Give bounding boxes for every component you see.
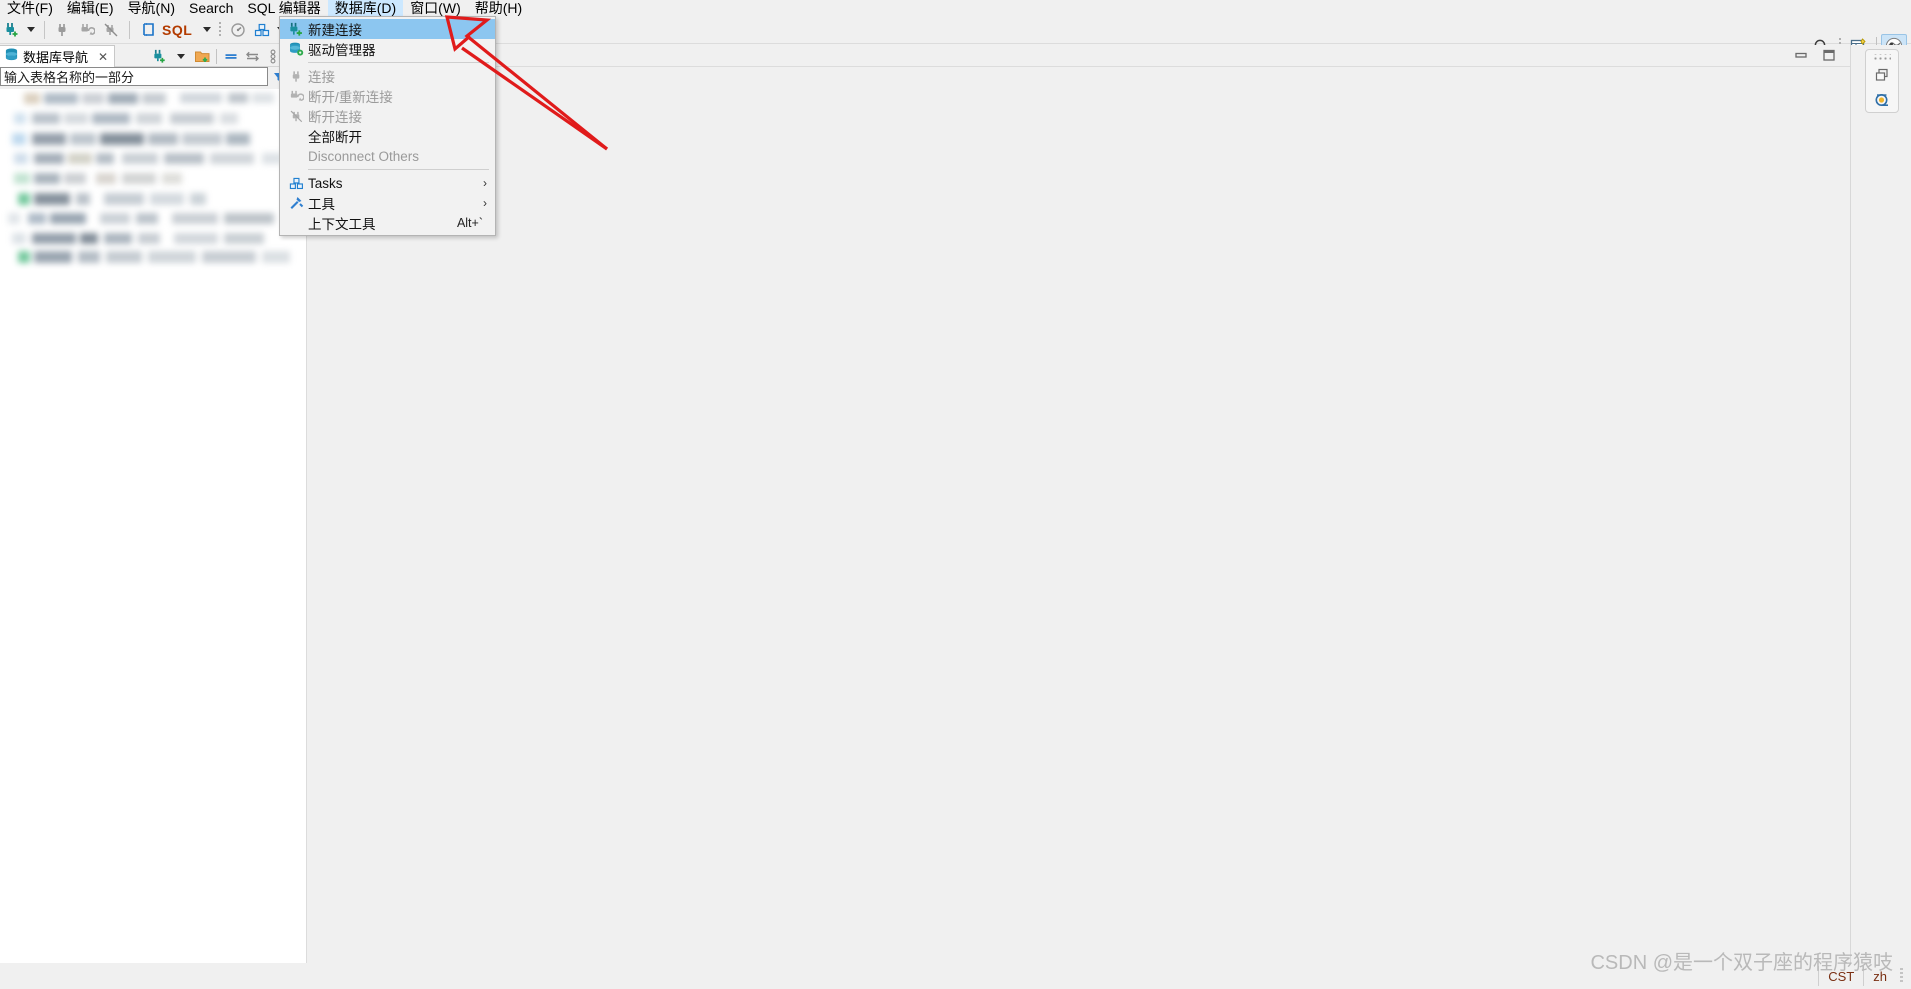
- menu-item-disconnect-others: Disconnect Others: [280, 146, 495, 166]
- tab-database-navigator[interactable]: 数据库导航 ✕: [0, 45, 116, 67]
- menu-item-no-icon: [284, 213, 308, 233]
- tree-filter-input[interactable]: 输入表格名称的一部分: [0, 67, 268, 86]
- database-navigator-icon[interactable]: [1870, 90, 1894, 112]
- menu-item-label: 连接: [308, 70, 335, 85]
- menu-item-label: 全部断开: [308, 130, 362, 145]
- collapse-all-icon[interactable]: [221, 46, 241, 66]
- menu-item-no-icon: [284, 146, 308, 166]
- menu-separator: [308, 62, 489, 63]
- menu-item-label: Disconnect Others: [308, 148, 420, 164]
- sql-editor-label: SQL: [162, 21, 193, 38]
- menu-bar: 文件(F) 编辑(E) 导航(N) Search SQL 编辑器 数据库(D) …: [0, 0, 1911, 16]
- database-menu-dropdown: 新建连接 驱动管理器 连接 断开/重新连接 断开连接 全部断开 Disconne…: [279, 16, 496, 236]
- tree-filter-placeholder: 输入表格名称的一部分: [4, 70, 135, 85]
- restore-perspective-icon[interactable]: [1870, 64, 1894, 86]
- menu-edit[interactable]: 编辑(E): [60, 0, 121, 16]
- editor-empty-canvas[interactable]: [306, 67, 1850, 989]
- menu-item-disconnect: 断开连接: [280, 106, 495, 126]
- menu-item-context-tools[interactable]: 上下文工具 Alt+`: [280, 213, 495, 233]
- gauge-icon[interactable]: [226, 18, 250, 42]
- reconnect-icon: [75, 18, 99, 42]
- close-icon[interactable]: ✕: [98, 50, 108, 64]
- drag-handle-dots-icon[interactable]: [1873, 54, 1891, 60]
- dbeaver-window: 文件(F) 编辑(E) 导航(N) Search SQL 编辑器 数据库(D) …: [0, 0, 1911, 989]
- database-navigator-panel: 数据库导航 ✕ 输入表格名称的一部分: [0, 45, 306, 989]
- menu-window[interactable]: 窗口(W): [403, 0, 468, 16]
- menu-search[interactable]: Search: [182, 0, 240, 16]
- menu-item-label: 断开连接: [308, 110, 362, 125]
- menu-navigate[interactable]: 导航(N): [121, 0, 182, 16]
- disconnect-icon: [99, 18, 123, 42]
- tasks-icon: [284, 173, 308, 193]
- new-connection-icon[interactable]: [150, 46, 170, 66]
- tab-label: 数据库导航: [23, 50, 89, 65]
- menu-item-tasks[interactable]: Tasks ›: [280, 173, 495, 193]
- menu-item-label: Tasks: [308, 175, 343, 191]
- database-tree[interactable]: [0, 89, 306, 989]
- right-icon-rail: [1850, 45, 1911, 989]
- menu-item-label: 工具: [308, 197, 335, 212]
- new-connection-icon[interactable]: [0, 18, 24, 42]
- menu-item-accelerator: Alt+`: [456, 216, 483, 230]
- menu-item-driver-manager[interactable]: 驱动管理器: [280, 39, 495, 59]
- plug-icon: [284, 66, 308, 86]
- menu-separator: [308, 169, 489, 170]
- menu-item-tools[interactable]: 工具 ›: [280, 193, 495, 213]
- dropdown-arrow-icon[interactable]: [171, 46, 191, 66]
- chevron-right-icon: ›: [483, 196, 487, 210]
- editor-window-buttons: [1794, 48, 1836, 67]
- menu-item-label: 新建连接: [308, 23, 362, 38]
- menu-help[interactable]: 帮助(H): [468, 0, 529, 16]
- status-resize-grip[interactable]: [1900, 968, 1903, 984]
- toolbar-separator: [129, 20, 130, 39]
- menu-item-label: 断开/重新连接: [308, 90, 393, 105]
- menu-database[interactable]: 数据库(D): [327, 0, 404, 16]
- connect-icon: [51, 18, 75, 42]
- menu-item-label: 驱动管理器: [308, 43, 376, 58]
- plug-disconnect-icon: [284, 106, 308, 126]
- toolbar-separator: [44, 20, 45, 39]
- menu-file[interactable]: 文件(F): [0, 0, 60, 16]
- minimize-icon[interactable]: [1794, 48, 1808, 67]
- plug-refresh-icon: [284, 86, 308, 106]
- sql-editor-dropdown-arrow-icon[interactable]: [200, 18, 214, 42]
- menu-item-connect: 连接: [280, 66, 495, 86]
- sql-editor-icon[interactable]: [136, 18, 160, 42]
- csdn-watermark: CSDN @是一个双子座的程序猿吱: [1590, 952, 1893, 974]
- menu-item-disconnect-reconnect: 断开/重新连接: [280, 86, 495, 106]
- perspective-shortcut-box: [1865, 49, 1899, 113]
- toolbar-dotted-separator: [219, 21, 222, 38]
- maximize-icon[interactable]: [1822, 48, 1836, 67]
- chevron-right-icon: ›: [483, 176, 487, 190]
- menu-item-label: 上下文工具: [308, 217, 376, 232]
- plug-plus-icon: [284, 19, 308, 39]
- menu-sql-editor[interactable]: SQL 编辑器: [240, 0, 327, 16]
- link-editor-icon[interactable]: [242, 46, 262, 66]
- toolbar-group-sql: SQL: [136, 16, 214, 44]
- editor-area: [306, 45, 1850, 989]
- tasks-icon[interactable]: [250, 18, 274, 42]
- menu-item-disconnect-all[interactable]: 全部断开: [280, 126, 495, 146]
- menu-item-no-icon: [284, 126, 308, 146]
- panel-tab-row: 数据库导航 ✕: [0, 45, 306, 67]
- panel-tools-separator: [213, 46, 220, 66]
- new-connection-dropdown-arrow-icon[interactable]: [24, 18, 38, 42]
- database-gear-icon: [284, 39, 308, 59]
- database-icon: [4, 47, 19, 67]
- toolbar-group-connect: [51, 16, 123, 44]
- menu-item-new-connection[interactable]: 新建连接: [280, 19, 495, 39]
- tools-icon: [284, 193, 308, 213]
- new-folder-icon[interactable]: [192, 46, 212, 66]
- toolbar-group-connection: [0, 16, 38, 44]
- editor-tab-bar: [306, 45, 1850, 67]
